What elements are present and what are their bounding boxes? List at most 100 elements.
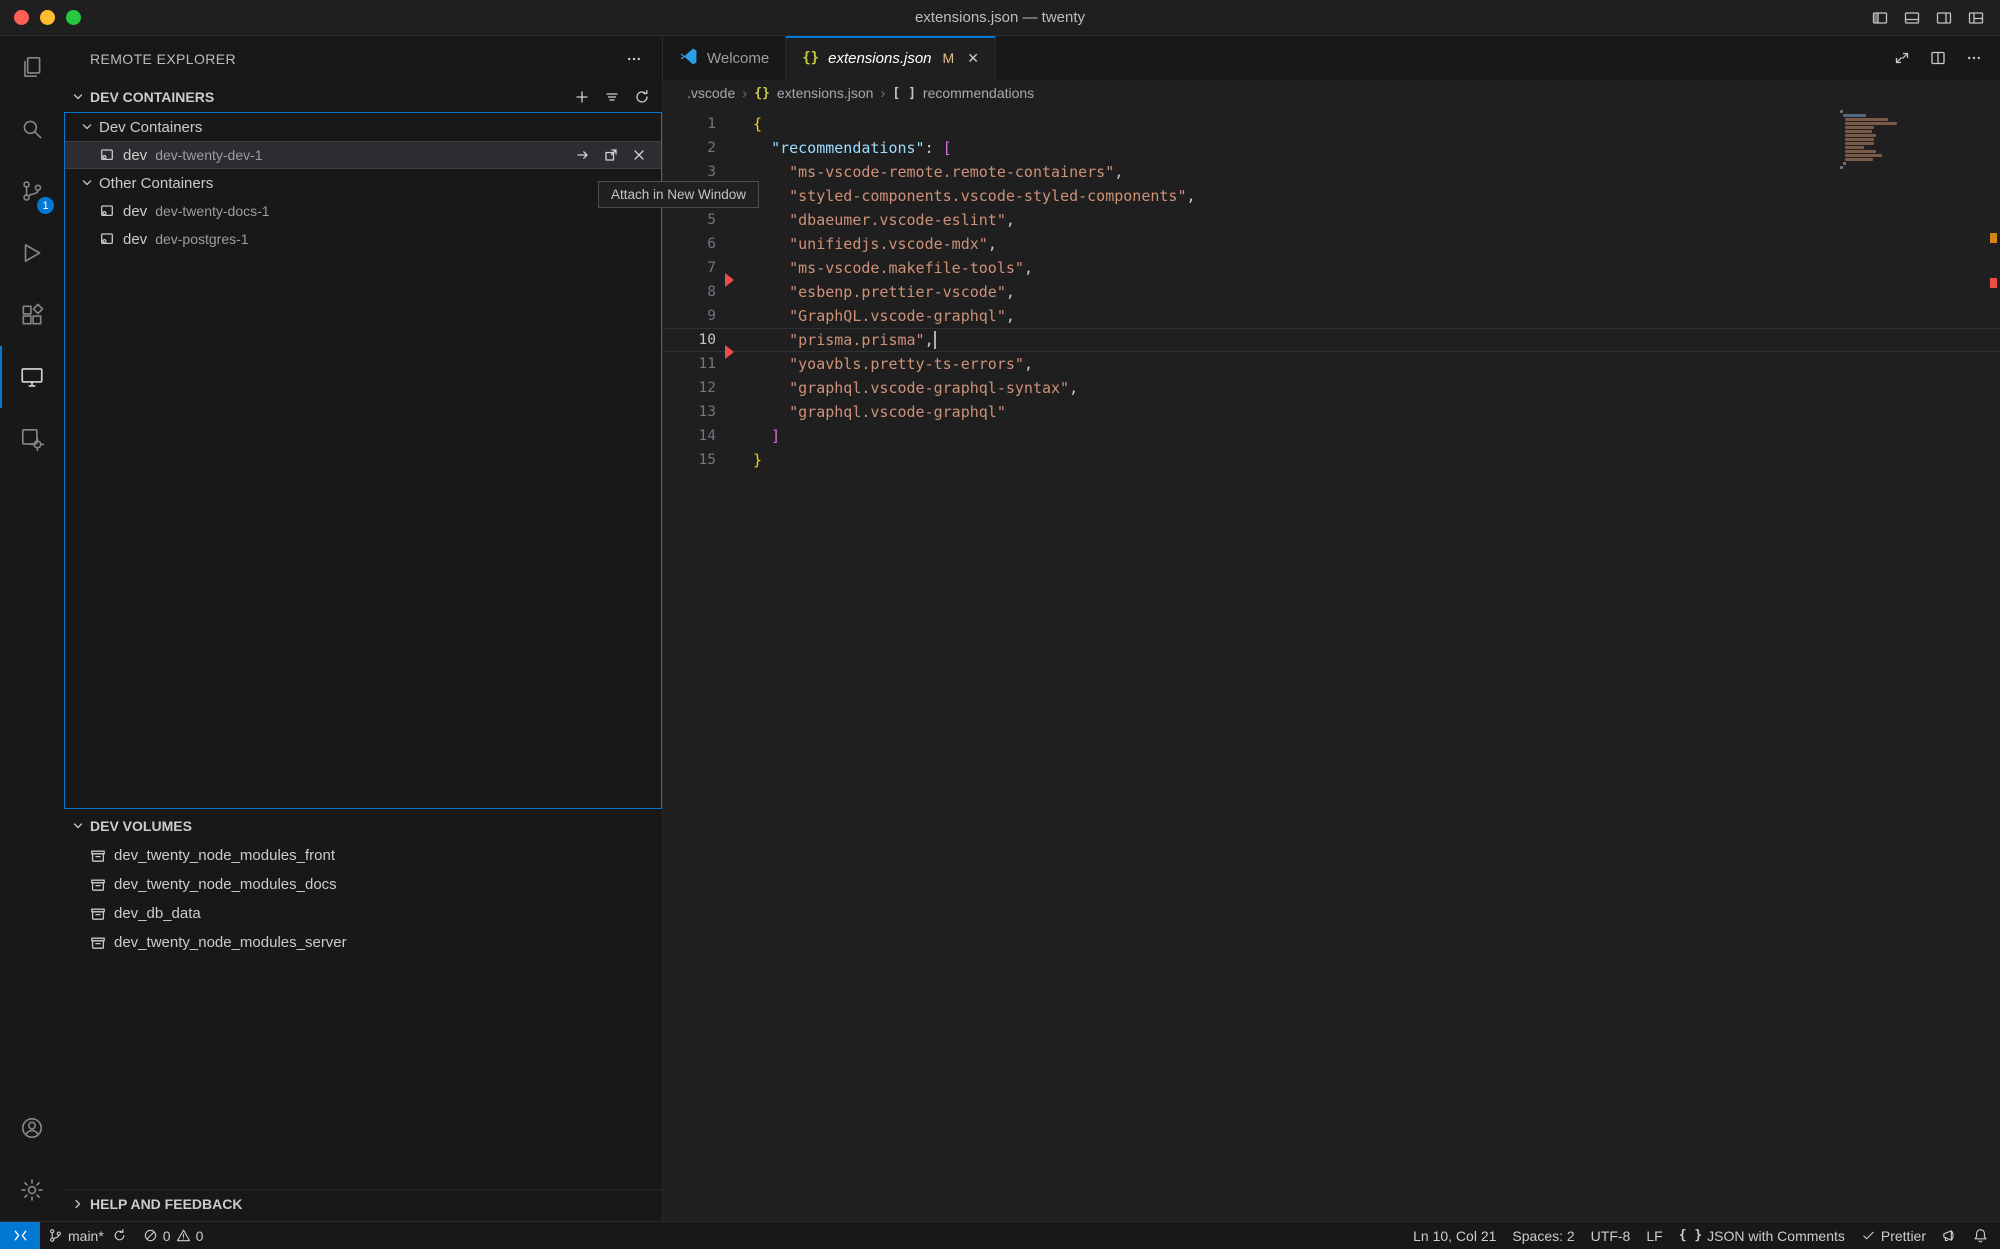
toggle-secondary-sidebar-icon[interactable] [1936, 10, 1952, 26]
filter-icon[interactable] [604, 89, 620, 105]
volume-icon [90, 848, 106, 864]
code-line[interactable]: 3 "ms-vscode-remote.remote-containers", [663, 160, 2000, 184]
close-icon[interactable] [631, 147, 647, 163]
customize-layout-icon[interactable] [1968, 10, 1984, 26]
problems-button[interactable]: 0 0 [135, 1222, 212, 1249]
container-item-dev-twenty-docs-1[interactable]: devdev-twenty-docs-1 [65, 197, 661, 225]
explorer-icon[interactable] [0, 36, 64, 98]
code-line[interactable]: 7 "ms-vscode.makefile-tools", [663, 256, 2000, 280]
attach-to-container-icon[interactable] [575, 147, 591, 163]
settings-gear-icon[interactable] [0, 1159, 64, 1221]
zoom-window-button[interactable] [66, 10, 81, 25]
code-line[interactable]: 5 "dbaeumer.vscode-eslint", [663, 208, 2000, 232]
tab-label: extensions.json [828, 50, 931, 67]
more-actions-icon[interactable] [626, 51, 642, 67]
volume-item-dev-db-data[interactable]: dev_db_data [64, 899, 662, 928]
volume-item-dev-twenty-node-modules-front[interactable]: dev_twenty_node_modules_front [64, 841, 662, 870]
git-branch-button[interactable]: main* [40, 1222, 112, 1249]
window-title: extensions.json — twenty [0, 9, 2000, 26]
tree-group-label: Other Containers [99, 175, 213, 192]
run-and-debug-icon[interactable] [0, 222, 64, 284]
dev-volumes-section-header[interactable]: DEV VOLUMES [64, 811, 662, 841]
code-lines: 1{2 "recommendations": [3 "ms-vscode-rem… [663, 112, 2000, 472]
volume-icon [90, 906, 106, 922]
remote-indicator-button[interactable] [0, 1222, 40, 1249]
code-line[interactable]: 9 "GraphQL.vscode-graphql", [663, 304, 2000, 328]
line-number: 2 [663, 136, 716, 160]
warnings-icon [176, 1228, 191, 1243]
code-line[interactable]: 12 "graphql.vscode-graphql-syntax", [663, 376, 2000, 400]
warning-count: 0 [196, 1228, 204, 1244]
help-and-feedback-section-header[interactable]: HELP AND FEEDBACK [64, 1189, 662, 1217]
attach-in-new-window-icon[interactable] [603, 147, 619, 163]
eol-button[interactable]: LF [1638, 1222, 1670, 1249]
code-line[interactable]: 11 "yoavbls.pretty-ts-errors", [663, 352, 2000, 376]
code-line[interactable]: 2 "recommendations": [ [663, 136, 2000, 160]
line-number: 6 [663, 232, 716, 256]
code-line[interactable]: 14 ] [663, 424, 2000, 448]
remote-explorer-icon[interactable] [0, 346, 64, 408]
inline-actions [575, 147, 661, 163]
tab-welcome[interactable]: Welcome [663, 36, 786, 80]
line-number: 5 [663, 208, 716, 232]
breadcrumb-item[interactable]: .vscode [687, 85, 735, 101]
container-item-dev-postgres-1[interactable]: devdev-postgres-1 [65, 225, 661, 253]
minimize-window-button[interactable] [40, 10, 55, 25]
language-mode-button[interactable]: { } JSON with Comments [1671, 1222, 1853, 1249]
code-line[interactable]: 8 "esbenp.prettier-vscode", [663, 280, 2000, 304]
sidebar-title: REMOTE EXPLORER [90, 51, 236, 67]
more-actions-icon[interactable] [1966, 50, 1982, 66]
sync-changes-button[interactable] [112, 1222, 135, 1249]
tab-extensions-json[interactable]: {}extensions.jsonM✕ [786, 36, 996, 80]
close-icon[interactable]: ✕ [967, 50, 979, 67]
container-item-dev-twenty-dev-1[interactable]: devdev-twenty-dev-1 [65, 141, 661, 169]
indentation-button[interactable]: Spaces: 2 [1504, 1222, 1582, 1249]
code-editor[interactable]: 1{2 "recommendations": [3 "ms-vscode-rem… [663, 106, 2000, 1221]
open-changes-icon[interactable] [1894, 50, 1910, 66]
notifications-bell-button[interactable] [1965, 1222, 2000, 1249]
tree-group-dev-containers[interactable]: Dev Containers [65, 113, 661, 141]
minimap-line [1845, 122, 1897, 125]
volume-item-dev-twenty-node-modules-docs[interactable]: dev_twenty_node_modules_docs [64, 870, 662, 899]
code-line[interactable]: 1{ [663, 112, 2000, 136]
volume-item-dev-twenty-node-modules-server[interactable]: dev_twenty_node_modules_server [64, 928, 662, 957]
gutter [716, 256, 753, 280]
dev-containers-section-header[interactable]: DEV CONTAINERS [64, 82, 662, 112]
code-line[interactable]: 15} [663, 448, 2000, 472]
code-text: "recommendations": [ [753, 136, 952, 160]
accounts-icon[interactable] [0, 1097, 64, 1159]
feedback-button[interactable] [1934, 1222, 1965, 1249]
activity-bar: 1 [0, 36, 64, 1221]
search-icon[interactable] [0, 98, 64, 160]
toggle-panel-icon[interactable] [1904, 10, 1920, 26]
code-text: "unifiedjs.vscode-mdx", [753, 232, 997, 256]
toggle-primary-sidebar-icon[interactable] [1872, 10, 1888, 26]
container-name: dev [123, 203, 147, 220]
extensions-icon[interactable] [0, 284, 64, 346]
breadcrumb-item[interactable]: recommendations [923, 85, 1034, 101]
encoding: UTF-8 [1591, 1228, 1631, 1244]
volume-name: dev_twenty_node_modules_docs [114, 876, 337, 893]
branch-name: main* [68, 1228, 104, 1244]
cursor-position-button[interactable]: Ln 10, Col 21 [1405, 1222, 1504, 1249]
formatter-button[interactable]: Prettier [1853, 1222, 1934, 1249]
volume-name: dev_twenty_node_modules_front [114, 847, 335, 864]
code-line[interactable]: 6 "unifiedjs.vscode-mdx", [663, 232, 2000, 256]
breadcrumb-item[interactable]: extensions.json [777, 85, 874, 101]
minimap[interactable] [1840, 110, 1980, 170]
code-line[interactable]: 4 "styled-components.vscode-styled-compo… [663, 184, 2000, 208]
tree-group-other-containers[interactable]: Other Containers [65, 169, 661, 197]
code-text: } [753, 448, 762, 472]
check-icon [1861, 1228, 1876, 1243]
code-text: "styled-components.vscode-styled-compone… [753, 184, 1196, 208]
bell-icon [1973, 1228, 1988, 1243]
close-window-button[interactable] [14, 10, 29, 25]
encoding-button[interactable]: UTF-8 [1583, 1222, 1639, 1249]
add-dev-container-icon[interactable] [574, 89, 590, 105]
dev-containers-icon[interactable] [0, 408, 64, 470]
split-editor-icon[interactable] [1930, 50, 1946, 66]
source-control-icon[interactable]: 1 [0, 160, 64, 222]
refresh-icon[interactable] [634, 89, 650, 105]
code-line[interactable]: 10 "prisma.prisma", [663, 328, 2000, 352]
code-line[interactable]: 13 "graphql.vscode-graphql" [663, 400, 2000, 424]
